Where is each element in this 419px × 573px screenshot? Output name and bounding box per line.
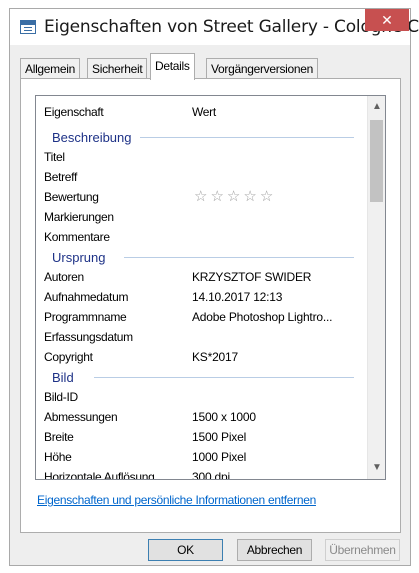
- property-name: Kommentare: [44, 230, 110, 244]
- property-name: Autoren: [44, 270, 84, 284]
- property-name: Titel: [44, 150, 65, 164]
- property-row[interactable]: Markierungen: [36, 207, 366, 227]
- section-title: Ursprung: [52, 250, 106, 265]
- property-row[interactable]: Horizontale Auflösung 300 dpi: [36, 467, 366, 480]
- star-icon[interactable]: ☆: [210, 188, 223, 205]
- property-name: Betreff: [44, 170, 78, 184]
- property-row[interactable]: Autoren KRZYSZTOF SWIDER: [36, 267, 366, 287]
- vertical-scrollbar[interactable]: ▲ ▼: [367, 96, 385, 479]
- section-divider: [94, 377, 354, 378]
- section-heading[interactable]: Bild: [36, 367, 366, 387]
- title-bar[interactable]: Eigenschaften von Street Gallery - Colog…: [10, 9, 419, 45]
- property-name: Markierungen: [44, 210, 114, 224]
- scrollbar-thumb[interactable]: [370, 120, 383, 202]
- column-header-value[interactable]: Wert: [192, 105, 216, 119]
- property-name: Copyright: [44, 350, 93, 364]
- property-name: Bewertung: [44, 190, 99, 204]
- property-row[interactable]: Erfassungsdatum: [36, 327, 366, 347]
- star-icon[interactable]: ☆: [227, 188, 240, 205]
- tab-details[interactable]: Details: [150, 53, 195, 80]
- star-icon[interactable]: ☆: [243, 188, 256, 205]
- section-title: Bild: [52, 370, 74, 385]
- property-row[interactable]: Kommentare: [36, 227, 366, 247]
- list-header: Eigenschaft Wert: [36, 96, 366, 124]
- ok-button[interactable]: OK: [148, 539, 223, 561]
- section-divider: [124, 257, 354, 258]
- property-row[interactable]: Breite 1500 Pixel: [36, 427, 366, 447]
- section-heading[interactable]: Beschreibung: [36, 127, 366, 147]
- scroll-up-icon[interactable]: ▲: [368, 98, 385, 116]
- property-row[interactable]: Copyright KS*2017: [36, 347, 366, 367]
- star-icon[interactable]: ☆: [194, 188, 207, 205]
- property-name: Abmessungen: [44, 410, 118, 424]
- property-name: Programmname: [44, 310, 127, 324]
- property-name: Horizontale Auflösung: [44, 470, 155, 480]
- property-value: 1500 x 1000: [192, 410, 256, 424]
- property-row[interactable]: Bild-ID: [36, 387, 366, 407]
- section-title: Beschreibung: [52, 130, 132, 145]
- property-row[interactable]: Abmessungen 1500 x 1000: [36, 407, 366, 427]
- properties-window-icon: [20, 20, 36, 34]
- property-name: Aufnahmedatum: [44, 290, 129, 304]
- property-row[interactable]: Betreff: [36, 167, 366, 187]
- scroll-down-icon[interactable]: ▼: [368, 459, 385, 477]
- remove-properties-link[interactable]: Eigenschaften und persönliche Informatio…: [37, 493, 316, 507]
- property-row[interactable]: Aufnahmedatum 14.10.2017 12:13: [36, 287, 366, 307]
- property-name: Breite: [44, 430, 74, 444]
- property-value: 14.10.2017 12:13: [192, 290, 283, 304]
- property-value: Adobe Photoshop Lightro...: [192, 310, 333, 324]
- property-row[interactable]: Titel: [36, 147, 366, 167]
- section-divider: [140, 137, 354, 138]
- property-value: KS*2017: [192, 350, 238, 364]
- property-value: KRZYSZTOF SWIDER: [192, 270, 312, 284]
- tab-sicherheit[interactable]: Sicherheit: [87, 58, 148, 79]
- properties-dialog: Eigenschaften von Street Gallery - Colog…: [9, 8, 419, 566]
- star-icon[interactable]: ☆: [260, 188, 273, 205]
- property-row[interactable]: Bewertung ☆ ☆ ☆ ☆ ☆: [36, 187, 366, 207]
- property-value: 1500 Pixel: [192, 430, 247, 444]
- section-heading[interactable]: Ursprung: [36, 247, 366, 267]
- cancel-button[interactable]: Abbrechen: [237, 539, 312, 561]
- property-value: 1000 Pixel: [192, 450, 247, 464]
- close-icon: ✕: [381, 12, 393, 28]
- property-name: Bild-ID: [44, 390, 78, 404]
- property-list[interactable]: Eigenschaft Wert Beschreibung Titel Betref…: [35, 95, 386, 480]
- property-row[interactable]: Höhe 1000 Pixel: [36, 447, 366, 467]
- window-title: Eigenschaften von Street Gallery - Colog…: [44, 17, 419, 37]
- column-header-property[interactable]: Eigenschaft: [44, 105, 104, 119]
- property-name: Höhe: [44, 450, 72, 464]
- rating-stars[interactable]: ☆ ☆ ☆ ☆ ☆: [194, 188, 273, 205]
- property-value: 300 dpi: [192, 470, 230, 480]
- close-button[interactable]: ✕: [365, 9, 409, 31]
- property-row[interactable]: Programmname Adobe Photoshop Lightro...: [36, 307, 366, 327]
- apply-button[interactable]: Übernehmen: [325, 539, 400, 561]
- tab-allgemein[interactable]: Allgemein: [20, 58, 80, 79]
- tab-vorgaengerversionen[interactable]: Vorgängerversionen: [206, 58, 319, 79]
- details-panel: Eigenschaft Wert Beschreibung Titel Betref…: [20, 78, 401, 533]
- property-rows: Beschreibung Titel Betreff Bewertung ☆ ☆ ☆ ☆ ☆ Ma…: [36, 127, 366, 480]
- property-name: Erfassungsdatum: [44, 330, 133, 344]
